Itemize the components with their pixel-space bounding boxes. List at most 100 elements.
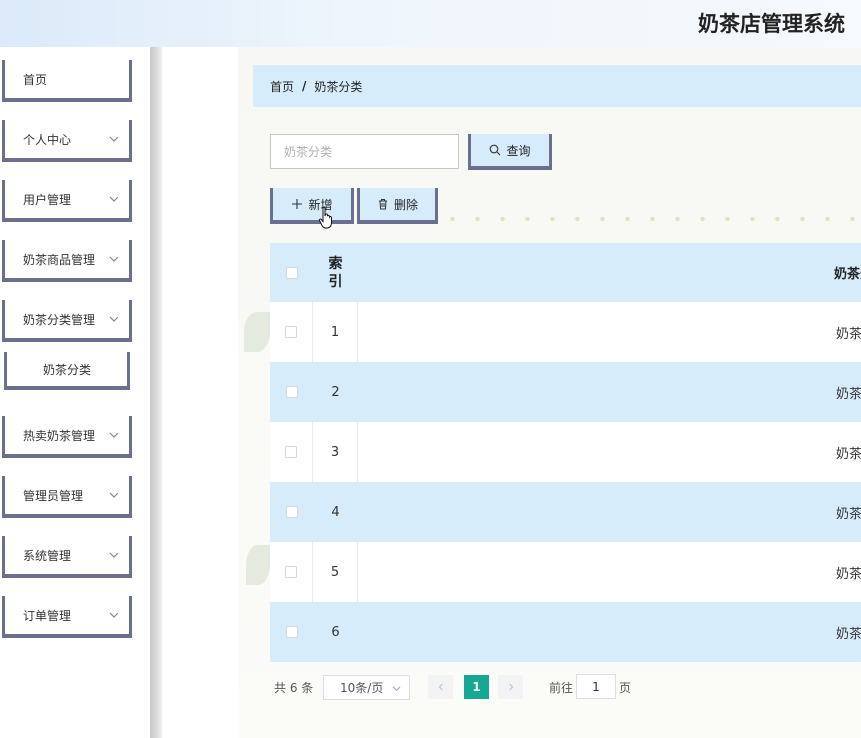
hand-cursor-icon (318, 206, 332, 229)
row-name-cell: 奶茶分 (358, 602, 861, 662)
row-checkbox[interactable] (285, 326, 297, 338)
breadcrumb-separator: / (302, 79, 307, 93)
search-input[interactable] (270, 134, 459, 169)
sidebar-item-label: 订单管理 (23, 608, 72, 623)
breadcrumb-current: 奶茶分类 (314, 79, 363, 94)
prev-page-button[interactable] (428, 675, 453, 699)
row-index: 1 (313, 302, 358, 362)
add-button[interactable]: 新增 (270, 188, 354, 224)
row-name-cell: 奶茶分 (358, 302, 861, 362)
select-all-checkbox[interactable] (285, 266, 298, 279)
search-button-label: 查询 (506, 143, 531, 158)
chevron-right-icon (508, 683, 513, 691)
table-row[interactable]: 4 奶茶分 (270, 482, 861, 542)
row-index: 3 (313, 422, 358, 482)
sidebar: 首页 个人中心 用户管理 奶茶商品管理 奶茶分类管理 奶茶分类 热卖奶茶管理 管… (0, 47, 150, 738)
sidebar-item-admins[interactable]: 管理员管理 (2, 476, 132, 518)
sidebar-item-label: 用户管理 (23, 192, 72, 207)
sidebar-divider (150, 47, 162, 738)
sidebar-item-home[interactable]: 首页 (2, 60, 132, 102)
sidebar-item-label: 奶茶分类管理 (23, 312, 96, 327)
sidebar-item-category-management[interactable]: 奶茶分类管理 (2, 300, 132, 342)
row-name-cell: 奶茶分 (358, 362, 861, 422)
app-title: 奶茶店管理系统 (698, 12, 845, 36)
row-name-cell: 奶茶分 (358, 482, 861, 542)
sidebar-subitem-category[interactable]: 奶茶分类 (4, 352, 130, 390)
index-header-line2: 引 (328, 273, 343, 290)
goto-page-input[interactable] (576, 674, 616, 699)
table-header-row: 索 引 奶茶分 (270, 243, 861, 302)
breadcrumb: 首页 / 奶茶分类 (253, 65, 861, 107)
goto-suffix: 页 (619, 681, 632, 695)
breadcrumb-home[interactable]: 首页 (270, 78, 294, 95)
row-name: 奶茶分 (835, 326, 861, 342)
chevron-left-icon (438, 683, 443, 691)
page-size-value: 10条/页 (340, 681, 384, 695)
select-all-cell (270, 243, 313, 302)
plus-icon (292, 199, 303, 209)
chevron-down-icon (109, 136, 119, 142)
top-header: 奶茶店管理系统 (0, 0, 861, 47)
category-table: 索 引 奶茶分 1 奶茶分 2 奶茶分 3 奶茶分 4 奶茶分 5 奶茶分 6 … (270, 243, 861, 662)
table-row[interactable]: 6 奶茶分 (270, 602, 861, 662)
chevron-down-icon (109, 492, 119, 498)
goto-label: 前往 (549, 681, 574, 695)
row-index: 4 (331, 504, 340, 520)
page-number-current[interactable]: 1 (464, 675, 489, 699)
row-check-cell (270, 422, 313, 482)
index-header: 索 引 (313, 243, 358, 302)
search-button[interactable]: 查询 (468, 134, 552, 170)
dotted-decoration (440, 217, 861, 221)
chevron-down-icon (109, 612, 119, 618)
row-name: 奶茶分 (835, 446, 861, 462)
row-check-cell (270, 482, 313, 542)
chevron-down-icon (109, 432, 119, 438)
row-index: 2 (331, 384, 340, 400)
name-header: 奶茶分 (358, 243, 861, 302)
row-checkbox[interactable] (285, 446, 297, 458)
sidebar-item-orders[interactable]: 订单管理 (2, 596, 132, 638)
row-name: 奶茶分 (835, 626, 861, 642)
chevron-down-icon (109, 316, 119, 322)
chevron-down-icon (392, 686, 401, 692)
sidebar-item-label: 系统管理 (23, 548, 72, 563)
row-name-cell: 奶茶分 (358, 542, 861, 602)
sidebar-item-label: 首页 (23, 72, 48, 87)
table-row[interactable]: 5 奶茶分 (270, 542, 861, 602)
table-row[interactable]: 2 奶茶分 (270, 362, 861, 422)
row-index: 5 (313, 542, 358, 602)
index-header-line1: 索 (328, 255, 343, 272)
row-check-cell (270, 302, 313, 362)
row-checkbox[interactable] (285, 386, 298, 398)
next-page-button[interactable] (498, 675, 523, 699)
sidebar-item-label: 奶茶分类 (42, 362, 91, 377)
row-name: 奶茶分 (835, 566, 861, 582)
sidebar-item-users[interactable]: 用户管理 (2, 180, 132, 222)
row-name-cell: 奶茶分 (358, 422, 861, 482)
table-row[interactable]: 3 奶茶分 (270, 422, 861, 482)
leaf-decoration (246, 545, 270, 585)
row-check-cell (270, 542, 313, 602)
row-check-cell (270, 602, 313, 662)
name-header-label: 奶茶分 (833, 267, 861, 282)
leaf-decoration (244, 312, 270, 352)
sidebar-item-label: 个人中心 (23, 132, 72, 147)
delete-button-label: 删除 (393, 197, 418, 212)
sidebar-item-system[interactable]: 系统管理 (2, 536, 132, 578)
search-icon (490, 144, 501, 156)
sidebar-item-label: 管理员管理 (23, 488, 84, 503)
row-checkbox[interactable] (285, 506, 298, 518)
chevron-down-icon (109, 552, 119, 558)
table-row[interactable]: 1 奶茶分 (270, 302, 861, 362)
sidebar-item-products[interactable]: 奶茶商品管理 (2, 240, 132, 282)
row-checkbox[interactable] (285, 566, 297, 578)
delete-button[interactable]: 删除 (357, 188, 438, 224)
row-index: 6 (331, 624, 340, 640)
page-size-select[interactable]: 10条/页 (323, 675, 410, 700)
sidebar-item-hot-sale[interactable]: 热卖奶茶管理 (2, 416, 132, 458)
sidebar-item-label: 热卖奶茶管理 (23, 428, 96, 443)
row-checkbox[interactable] (285, 626, 298, 638)
sidebar-item-label: 奶茶商品管理 (23, 252, 96, 267)
trash-icon (378, 199, 387, 210)
sidebar-item-profile[interactable]: 个人中心 (2, 120, 132, 162)
